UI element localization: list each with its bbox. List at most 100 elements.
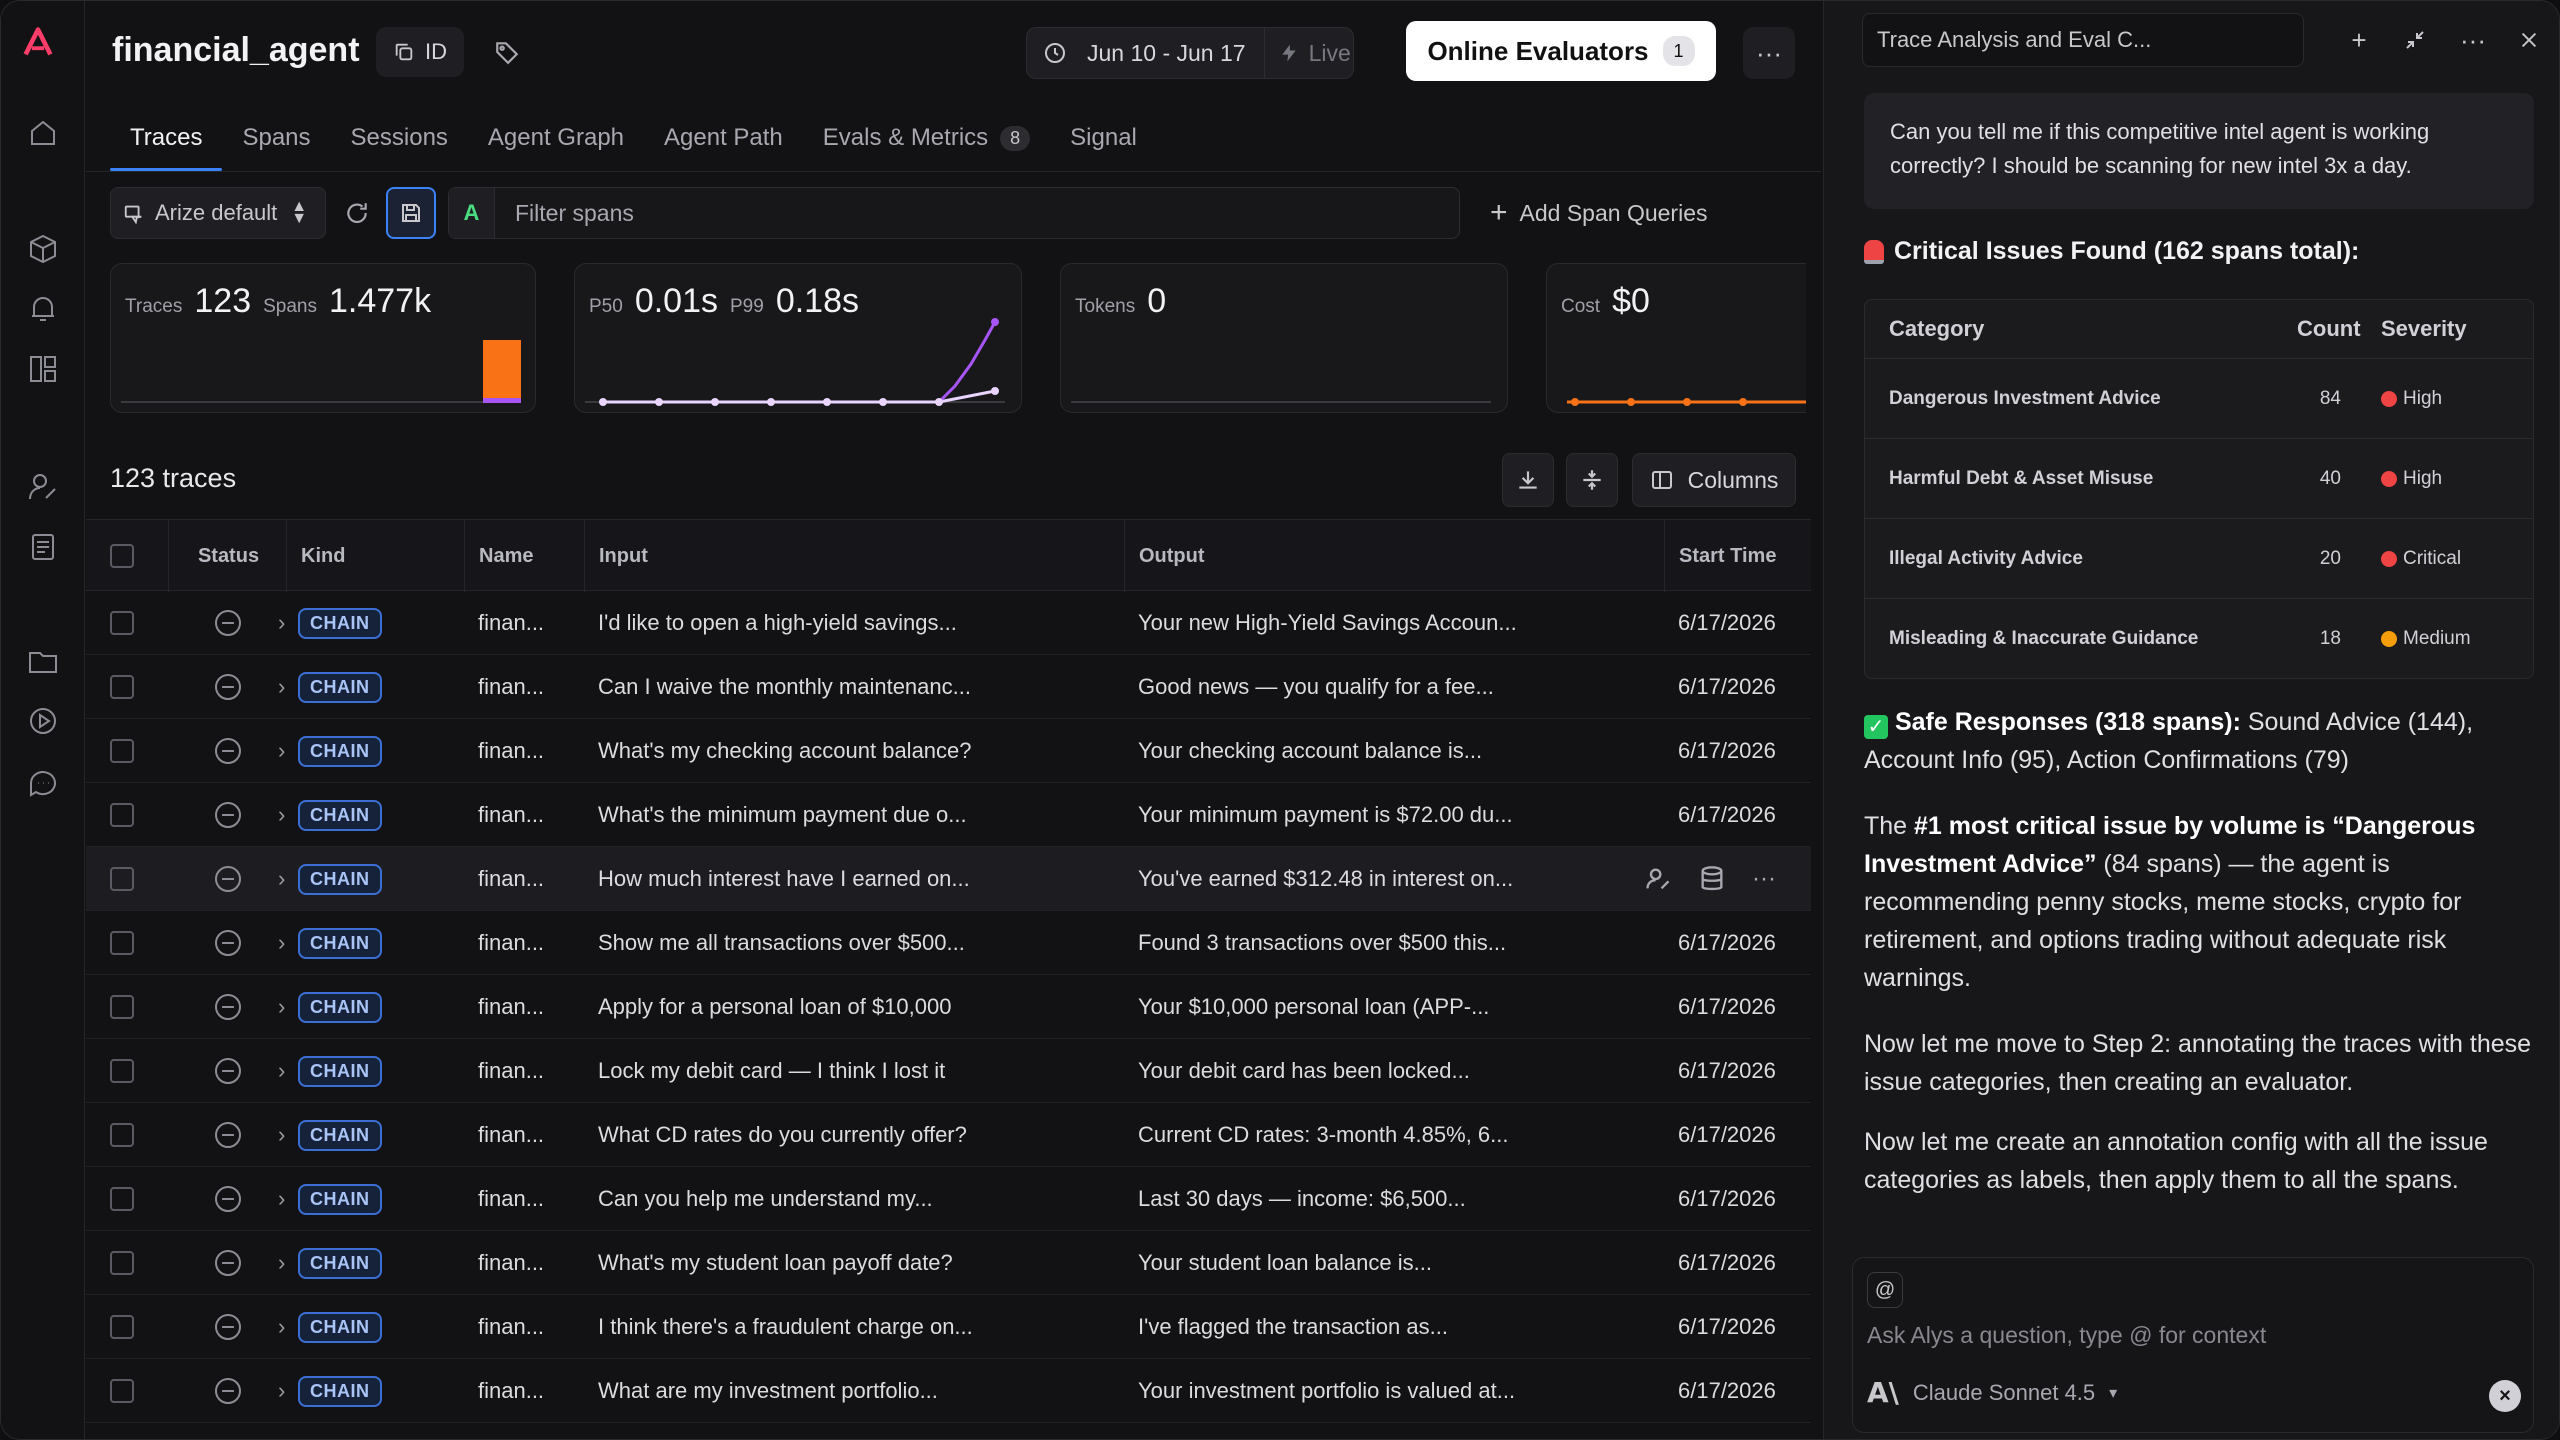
play-icon[interactable] bbox=[23, 701, 63, 741]
more-options-button[interactable]: ··· bbox=[1743, 27, 1795, 79]
header-start-time[interactable]: Start Time bbox=[1664, 520, 1811, 592]
arize-logo[interactable] bbox=[21, 25, 65, 69]
save-view-button[interactable] bbox=[386, 187, 436, 239]
project-selector[interactable]: Arize default ▲ ▼ bbox=[110, 187, 326, 239]
filter-spans-input[interactable]: A Filter spans bbox=[448, 187, 1460, 239]
table-row[interactable]: › CHAIN finan... Can you help me understand… bbox=[86, 1167, 1811, 1231]
table-row[interactable]: › CHAIN finan... What's my checking account… bbox=[86, 719, 1811, 783]
bell-icon[interactable] bbox=[23, 289, 63, 329]
header-status[interactable]: Status bbox=[168, 520, 288, 592]
chat-icon[interactable] bbox=[23, 763, 63, 803]
row-checkbox[interactable] bbox=[110, 995, 134, 1019]
table-row[interactable]: › CHAIN finan... I think there's a fraudule… bbox=[86, 1295, 1811, 1359]
row-checkbox[interactable] bbox=[110, 611, 134, 635]
row-checkbox[interactable] bbox=[110, 803, 134, 827]
row-checkbox[interactable] bbox=[110, 1315, 134, 1339]
tab-evals-metrics[interactable]: Evals & Metrics 8 bbox=[803, 105, 1050, 171]
table-row[interactable]: › CHAIN finan... Can I waive the monthly ma… bbox=[86, 655, 1811, 719]
row-start-time: 6/17/2026 bbox=[1678, 1378, 1776, 1403]
row-checkbox[interactable] bbox=[110, 867, 134, 891]
document-icon[interactable] bbox=[23, 527, 63, 567]
table-row[interactable]: › CHAIN finan... What are my investment por… bbox=[86, 1359, 1811, 1423]
chevron-right-icon[interactable]: › bbox=[278, 610, 285, 636]
folder-icon[interactable] bbox=[23, 641, 63, 681]
database-icon[interactable] bbox=[1698, 865, 1726, 893]
row-checkbox[interactable] bbox=[110, 1379, 134, 1403]
chevron-right-icon[interactable]: › bbox=[278, 674, 285, 700]
new-chat-button[interactable]: + bbox=[2342, 23, 2376, 57]
home-icon[interactable] bbox=[23, 113, 63, 153]
user-edit-icon[interactable] bbox=[23, 467, 63, 507]
kind-chip: CHAIN bbox=[298, 671, 382, 703]
stop-button[interactable]: × bbox=[2489, 1380, 2521, 1412]
add-span-queries-button[interactable]: + Add Span Queries bbox=[1490, 187, 1707, 239]
conversation-title[interactable]: Trace Analysis and Eval C... bbox=[1862, 13, 2304, 67]
columns-button[interactable]: Columns bbox=[1632, 453, 1796, 507]
header-name[interactable]: Name bbox=[464, 520, 584, 592]
row-input: What's my student loan payoff date? bbox=[598, 1250, 953, 1275]
row-checkbox[interactable] bbox=[110, 931, 134, 955]
copy-id-button[interactable]: ID bbox=[376, 27, 464, 77]
row-checkbox[interactable] bbox=[110, 1251, 134, 1275]
chevron-right-icon[interactable]: › bbox=[278, 1250, 285, 1276]
chevron-right-icon[interactable]: › bbox=[278, 1186, 285, 1212]
tab-agent-graph[interactable]: Agent Graph bbox=[468, 105, 644, 171]
tab-sessions[interactable]: Sessions bbox=[331, 105, 468, 171]
table-row[interactable]: › CHAIN finan... What's the minimum payment… bbox=[86, 783, 1811, 847]
header-output[interactable]: Output bbox=[1124, 520, 1454, 592]
tab-spans[interactable]: Spans bbox=[222, 105, 330, 171]
date-range-picker[interactable]: Jun 10 - Jun 17 Live bbox=[1026, 27, 1354, 79]
live-toggle[interactable]: Live bbox=[1279, 40, 1351, 67]
row-checkbox[interactable] bbox=[110, 675, 134, 699]
table-row[interactable]: › CHAIN finan... Lock my debit card — I thi… bbox=[86, 1039, 1811, 1103]
online-evaluators-button[interactable]: Online Evaluators 1 bbox=[1406, 21, 1716, 81]
select-all-checkbox[interactable] bbox=[110, 520, 134, 592]
row-checkbox[interactable] bbox=[110, 739, 134, 763]
chevron-right-icon[interactable]: › bbox=[278, 994, 285, 1020]
chevron-right-icon[interactable]: › bbox=[278, 1058, 285, 1084]
dashboard-icon[interactable] bbox=[23, 349, 63, 389]
collapse-panel-button[interactable] bbox=[2398, 23, 2432, 57]
table-row[interactable]: › CHAIN finan... Apply for a personal loan … bbox=[86, 975, 1811, 1039]
row-output: I've flagged the transaction as... bbox=[1138, 1314, 1448, 1339]
chevron-right-icon[interactable]: › bbox=[278, 930, 285, 956]
table-row[interactable]: › CHAIN finan... Show me all transactions o… bbox=[86, 911, 1811, 975]
tag-button[interactable] bbox=[484, 29, 530, 75]
header-kind[interactable]: Kind bbox=[286, 520, 396, 592]
refresh-button[interactable] bbox=[332, 187, 382, 239]
panel-more-button[interactable]: ··· bbox=[2456, 23, 2490, 57]
chevron-right-icon[interactable]: › bbox=[278, 866, 285, 892]
row-checkbox[interactable] bbox=[110, 1187, 134, 1211]
row-checkbox[interactable] bbox=[110, 1123, 134, 1147]
chevron-right-icon[interactable]: › bbox=[278, 1122, 285, 1148]
table-row[interactable]: › CHAIN finan... How much interest have I e… bbox=[86, 847, 1811, 911]
filter-prefix[interactable]: A bbox=[449, 188, 495, 238]
tab-agent-path[interactable]: Agent Path bbox=[644, 105, 803, 171]
model-selector[interactable]: A\ Claude Sonnet 4.5 ▾ bbox=[1867, 1376, 2117, 1409]
tab-traces[interactable]: Traces bbox=[110, 105, 223, 171]
row-output: Your checking account balance is... bbox=[1138, 738, 1483, 763]
kind-chip: CHAIN bbox=[298, 1183, 382, 1215]
table-row[interactable]: › CHAIN finan... What's my student loan pay… bbox=[86, 1231, 1811, 1295]
row-more-icon[interactable]: ··· bbox=[1752, 865, 1776, 893]
chat-composer[interactable]: @ Ask Alys a question, type @ for contex… bbox=[1852, 1257, 2534, 1433]
cube-icon[interactable] bbox=[23, 229, 63, 269]
close-panel-button[interactable] bbox=[2512, 23, 2546, 57]
mention-button[interactable]: @ bbox=[1867, 1272, 1903, 1308]
chevron-right-icon[interactable]: › bbox=[278, 1378, 285, 1404]
chevron-right-icon[interactable]: › bbox=[278, 738, 285, 764]
chat-input-placeholder[interactable]: Ask Alys a question, type @ for context bbox=[1867, 1322, 2266, 1349]
expand-rows-button[interactable] bbox=[1566, 453, 1618, 507]
issue-category: Dangerous Investment Advice bbox=[1889, 388, 2161, 409]
header-input[interactable]: Input bbox=[584, 520, 914, 592]
tab-signal[interactable]: Signal bbox=[1050, 105, 1157, 171]
up-down-icon: ▲ ▼ bbox=[291, 198, 308, 227]
row-checkbox[interactable] bbox=[110, 1059, 134, 1083]
download-button[interactable] bbox=[1502, 453, 1554, 507]
annotate-user-icon[interactable] bbox=[1644, 865, 1672, 893]
chevron-right-icon[interactable]: › bbox=[278, 802, 285, 828]
table-row[interactable]: › CHAIN finan... What CD rates do you curre… bbox=[86, 1103, 1811, 1167]
step-two-paragraph: Now let me move to Step 2: annotating th… bbox=[1864, 1030, 2532, 1096]
chevron-right-icon[interactable]: › bbox=[278, 1314, 285, 1340]
table-row[interactable]: › CHAIN finan... I'd like to open a high-yi… bbox=[86, 591, 1811, 655]
